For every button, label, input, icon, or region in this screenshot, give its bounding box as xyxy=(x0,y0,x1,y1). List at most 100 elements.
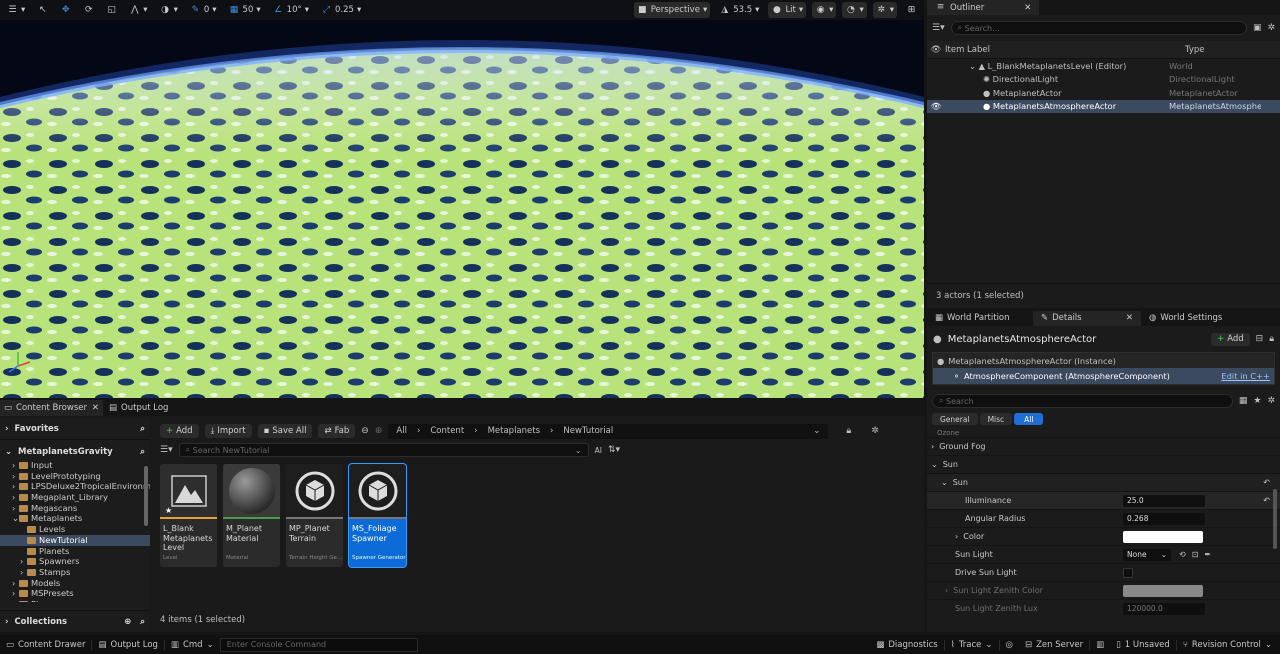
component-row[interactable]: ⚬ AtmosphereComponent (AtmosphereComponen… xyxy=(933,368,1274,384)
lock-icon[interactable]: 🔒︎ xyxy=(846,426,851,436)
tree-folder[interactable]: › Stamps xyxy=(0,567,150,578)
drive-sun-light-checkbox[interactable] xyxy=(1123,567,1133,578)
angular-radius-field[interactable]: 0.268 xyxy=(1123,512,1205,525)
tree-folder[interactable]: NewTutorial xyxy=(0,534,150,546)
filter-icon[interactable]: ☰▾ xyxy=(160,445,173,455)
tree-folder[interactable]: › Player xyxy=(0,599,150,602)
save-all-button[interactable]: ▪ Save All xyxy=(257,424,313,438)
illuminance-field[interactable]: 25.0 xyxy=(1123,494,1205,507)
content-drawer-button[interactable]: ▭ Content Drawer xyxy=(0,640,91,650)
gear-icon[interactable]: ✲ xyxy=(871,426,879,436)
revision-control-button[interactable]: ⑂ Revision Control ⌄ xyxy=(1175,639,1280,650)
filter-icon[interactable]: ☰▾ xyxy=(932,23,945,33)
surface-snap-icon[interactable]: ⋀ ▾ xyxy=(126,2,150,18)
sun-light-dropdown[interactable]: None ⌄ xyxy=(1123,548,1171,561)
add-folder-icon[interactable]: ▣ xyxy=(1253,23,1262,33)
asset-tile-material[interactable]: M_Planet Material Material xyxy=(223,464,280,567)
tree-folder[interactable]: ⌄ Metaplanets xyxy=(0,513,150,524)
lit-mode-button[interactable]: ● Lit ▾ xyxy=(768,2,807,18)
blueprint-icon[interactable]: ⊟ xyxy=(1256,334,1264,344)
details-search[interactable]: ⌕ Search xyxy=(932,394,1233,408)
visibility-icon[interactable]: 👁 xyxy=(927,101,945,112)
chevron-right-icon[interactable]: › xyxy=(945,586,948,595)
gear-icon[interactable]: ✲ xyxy=(1267,23,1275,33)
edit-in-cpp-link[interactable]: Edit in C++ xyxy=(1221,371,1270,381)
instance-row[interactable]: ● MetaplanetsAtmosphereActor (Instance) xyxy=(933,353,1274,368)
pick-actor-icon[interactable]: ⊡ xyxy=(1192,550,1199,559)
chevron-down-icon[interactable]: ⌄ xyxy=(813,426,820,436)
trace-button[interactable]: ⌇ Trace ⌄ xyxy=(943,639,999,650)
tab-world-partition[interactable]: ▦ World Partition xyxy=(927,313,1033,323)
filter-misc[interactable]: Misc xyxy=(979,413,1013,425)
coordinate-space-button[interactable]: ◑ ▾ xyxy=(157,2,181,18)
outliner-row[interactable]: ⌄ ▲ L_BlankMetaplanetsLevel (Editor) Worl… xyxy=(927,59,1280,73)
viewport-menu-button[interactable]: ☰ ▾ xyxy=(4,2,28,18)
tree-scrollbar[interactable] xyxy=(144,466,148,526)
cmd-dropdown[interactable]: ▥ Cmd ⌄ xyxy=(163,639,220,650)
scale-icon[interactable]: ◱ xyxy=(103,2,120,18)
fab-button[interactable]: ⇄ Fab xyxy=(318,424,356,438)
tree-folder[interactable]: › LPSDeluxe2TropicalEnvironment xyxy=(0,481,150,492)
tree-folder[interactable]: Levels xyxy=(0,524,150,535)
performance-button[interactable]: ◔ ▾ xyxy=(842,2,867,18)
rotate-icon[interactable]: ⟳ xyxy=(80,2,97,18)
tree-folder[interactable]: › Models xyxy=(0,578,150,589)
add-collection-icon[interactable]: ⊕ xyxy=(124,617,131,627)
breadcrumb-content[interactable]: Content xyxy=(430,426,464,436)
tab-world-settings[interactable]: ◍ World Settings xyxy=(1141,313,1230,323)
color-swatch[interactable] xyxy=(1123,530,1203,543)
col-type[interactable]: Type xyxy=(1185,45,1205,55)
view-mode-button[interactable]: ■ Perspective ▾ xyxy=(633,2,711,18)
level-viewport[interactable]: ☰ ▾ ↖ ✥ ⟳ ◱ ⋀ ▾ ◑ ▾ ✎ 0 ▾ ▦ 50 ▾ ∠ 10° ▾ ⤢ 0.25 ▾ ■… xyxy=(0,0,924,398)
filter-general[interactable]: General xyxy=(932,413,978,425)
reset-icon[interactable]: ↶ xyxy=(1263,478,1270,487)
select-mode-icon[interactable]: ↖ xyxy=(34,2,51,18)
close-icon[interactable]: ✕ xyxy=(1024,3,1031,13)
collections-header[interactable]: › Collections ⊕ ⌕ xyxy=(0,610,150,632)
outliner-row[interactable]: ● MetaplanetActor MetaplanetActor xyxy=(927,86,1280,100)
derived-data-icon[interactable]: ◎ xyxy=(998,639,1019,650)
back-icon[interactable]: ⊖ xyxy=(361,426,369,436)
category-ground-fog[interactable]: › Ground Fog xyxy=(927,438,1280,456)
tree-folder[interactable]: › LevelPrototyping xyxy=(0,471,150,482)
lock-icon[interactable]: 🔒︎ xyxy=(1269,334,1274,344)
sort-icon[interactable]: ⇅▾ xyxy=(608,445,620,455)
translate-snap-button[interactable]: ✎ 0 ▾ xyxy=(187,2,220,18)
forward-icon[interactable]: ⊕ xyxy=(375,426,383,436)
tree-folder[interactable]: › Megaplant_Library xyxy=(0,492,150,503)
asset-tile-level[interactable]: ★ L_Blank Metaplanets Level Level xyxy=(160,464,217,567)
output-log-button[interactable]: ▤ Output Log xyxy=(91,639,163,650)
outliner-search[interactable]: ⌕ Search... xyxy=(950,21,1247,35)
diagnostics-button[interactable]: ▩ Diagnostics xyxy=(870,640,943,650)
zen-server-button[interactable]: ⊟ Zen Server xyxy=(1019,640,1089,650)
show-flags-button[interactable]: ◉ ▾ xyxy=(812,2,837,18)
eyedropper-icon[interactable]: ✒ xyxy=(1204,550,1211,559)
tree-folder[interactable]: Planets xyxy=(0,546,150,557)
import-button[interactable]: ⤓ Import xyxy=(204,424,252,438)
breadcrumb-metaplanets[interactable]: Metaplanets xyxy=(488,426,540,436)
outliner-row[interactable]: ✺ DirectionalLight DirectionalLight xyxy=(927,73,1280,87)
gear-icon[interactable]: ✲ xyxy=(1267,396,1275,406)
close-icon[interactable]: ✕ xyxy=(1126,313,1133,323)
tab-outliner[interactable]: ≡ Outliner ✕ xyxy=(927,0,1040,15)
add-button[interactable]: + Add xyxy=(160,424,199,438)
content-search[interactable]: ⌕ Search NewTutorial ⌄ xyxy=(178,443,589,457)
search-icon[interactable]: ⌕ xyxy=(140,617,145,627)
group-sun[interactable]: ⌄ Sun ↶ xyxy=(927,474,1280,492)
console-input[interactable]: Enter Console Command xyxy=(219,637,418,652)
tab-details[interactable]: ✎ Details ✕ xyxy=(1033,310,1141,326)
grid-snap-button[interactable]: ▦ 50 ▾ xyxy=(226,2,264,18)
search-icon[interactable]: ⌕ xyxy=(140,447,145,457)
tab-content-browser[interactable]: ▭ Content Browser ✕ xyxy=(0,400,103,416)
reset-icon[interactable]: ↶ xyxy=(1263,496,1270,505)
star-icon[interactable]: ★ xyxy=(1253,396,1261,406)
tab-output-log[interactable]: ▤ Output Log xyxy=(103,403,174,413)
grid-view-icon[interactable]: ▦ xyxy=(1239,396,1248,406)
search-icon[interactable]: ⌕ xyxy=(140,424,145,434)
add-component-button[interactable]: + Add xyxy=(1211,332,1250,346)
zenith-lux-field[interactable]: 120000.0 xyxy=(1123,602,1205,615)
ai-button[interactable]: AI xyxy=(595,446,602,455)
rotation-snap-button[interactable]: ∠ 10° ▾ xyxy=(270,2,312,18)
zenith-color-swatch[interactable] xyxy=(1123,584,1203,597)
tree-folder[interactable]: › MSPresets xyxy=(0,588,150,599)
